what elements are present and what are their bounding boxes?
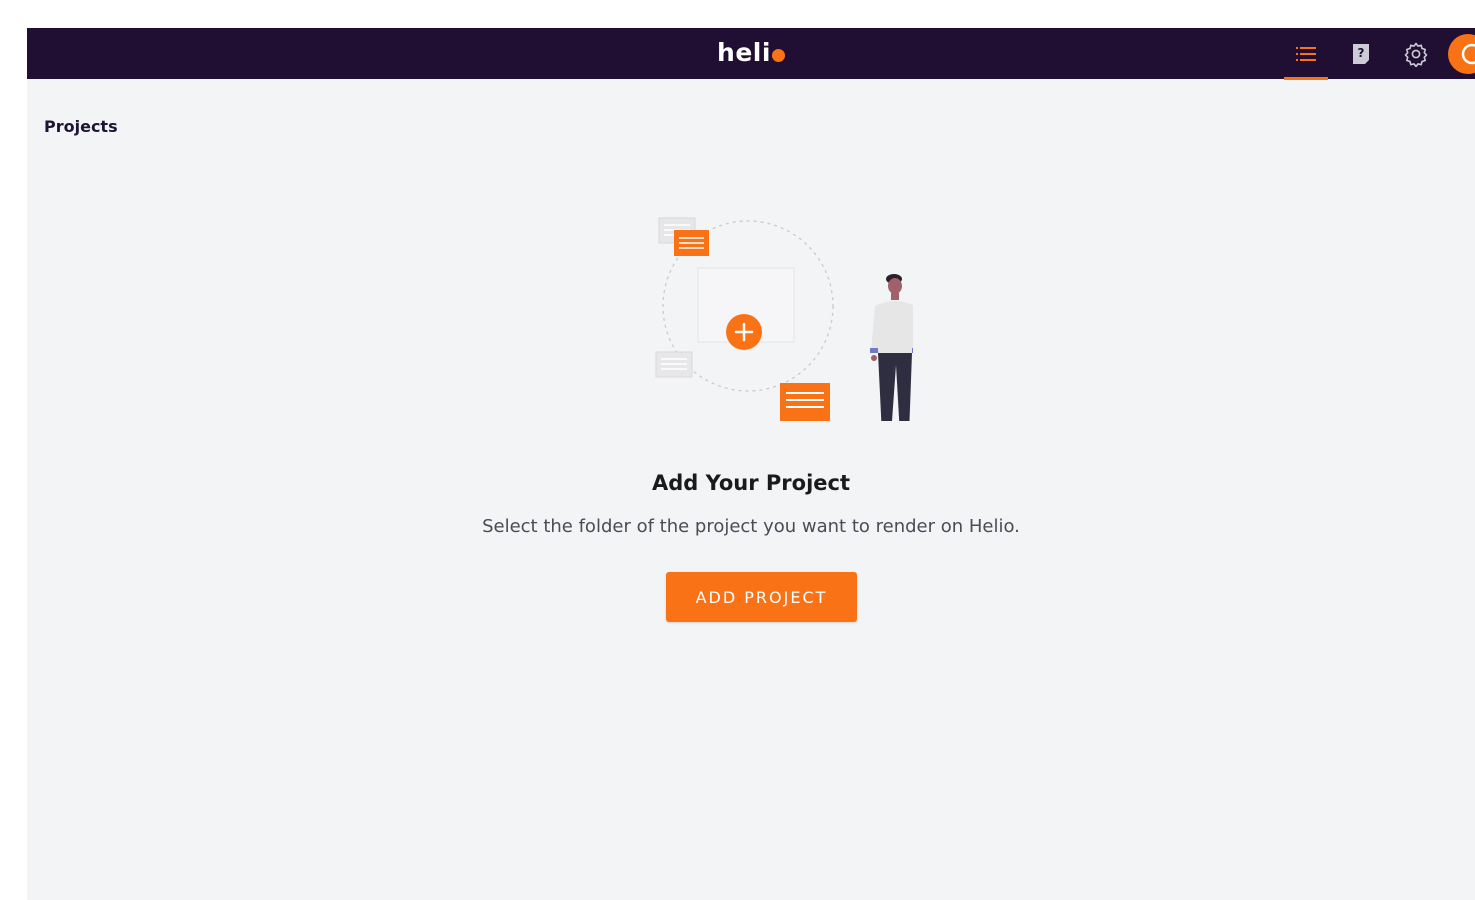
user-avatar-button[interactable] — [1448, 34, 1475, 74]
svg-text:?: ? — [1358, 46, 1365, 60]
help-icon: ? — [1353, 44, 1369, 64]
add-project-illustration — [655, 217, 913, 421]
gear-icon — [1404, 42, 1428, 67]
standing-person — [870, 274, 913, 421]
empty-state-title: Add Your Project — [651, 471, 851, 495]
empty-state-description: Select the folder of the project you wan… — [482, 516, 1020, 537]
settings-button[interactable] — [1394, 36, 1438, 72]
help-button[interactable]: ? — [1339, 36, 1383, 72]
user-avatar-icon — [1448, 34, 1475, 74]
projects-list-button[interactable] — [1284, 36, 1328, 80]
app-window: heli ? Projects Add Your Project Select … — [27, 28, 1475, 900]
top-navigation-bar: heli ? — [27, 28, 1475, 80]
logo-text: heli — [717, 38, 771, 67]
page-title: Projects — [44, 117, 118, 136]
add-project-button[interactable]: ADD PROJECT — [666, 572, 857, 622]
logo-orange-dot — [771, 49, 785, 62]
helio-logo[interactable]: heli — [27, 38, 1475, 68]
list-icon — [1296, 47, 1316, 61]
